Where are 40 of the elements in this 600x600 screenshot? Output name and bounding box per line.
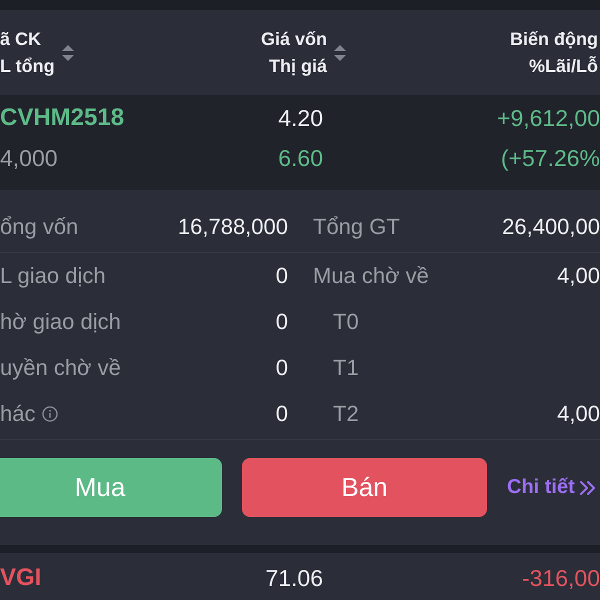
detail-label: hờ giao dịch [0,309,121,335]
column-subheading[interactable]: %Lãi/Lỗ [528,52,598,80]
detail-value: 0 [276,263,288,289]
profit-value: +9,612,00 [497,104,600,130]
detail-value: 16,788,000 [178,214,288,240]
detail-label: ổng vốn [0,214,78,240]
column-heading[interactable]: Biến động [510,26,598,52]
double-chevron-icon [578,480,597,496]
detail-label: Tổng GT [313,214,400,240]
column-heading[interactable]: Giá vốn [260,26,327,52]
detail-value: 26,400,00 [502,214,600,240]
sort-icon[interactable] [62,44,74,60]
profit-percent: (+57.26% [500,144,600,170]
info-icon[interactable] [42,406,58,422]
column-heading[interactable]: ã CK [0,26,42,52]
profit-value: -316,00 [522,564,600,590]
market-price: 6.60 [278,144,323,170]
stock-symbol: VGI [0,564,42,591]
detail-label: Mua chờ về [313,263,429,289]
detail-value: 4,00 [557,263,600,289]
cost-price: 4.20 [278,104,323,130]
stock-symbol: CVHM2518 [0,104,124,131]
detail-value: 4,00 [557,401,600,427]
detail-label: T0 [332,309,359,335]
details-link[interactable]: Chi tiết [507,476,597,499]
cost-price: 71.06 [265,564,323,590]
detail-label: T1 [332,355,359,381]
column-subheading[interactable]: L tổng [0,52,55,80]
detail-value: 0 [276,401,288,427]
detail-label: T2 [332,401,359,427]
sell-button[interactable]: Bán [242,458,487,517]
detail-value: 0 [276,355,288,381]
sort-icon[interactable] [334,44,346,60]
detail-label: uyền chờ về [0,355,121,381]
quantity-text: 4,000 [0,144,58,170]
column-subheading[interactable]: Thị giá [269,52,327,80]
detail-label: L giao dịch [0,263,106,289]
detail-value: 0 [276,309,288,335]
detail-label: hác [0,401,36,427]
holding-row[interactable]: CVHM2518 4.20 +9,612,00 4,000 6.60 (+57.26% [0,95,600,190]
